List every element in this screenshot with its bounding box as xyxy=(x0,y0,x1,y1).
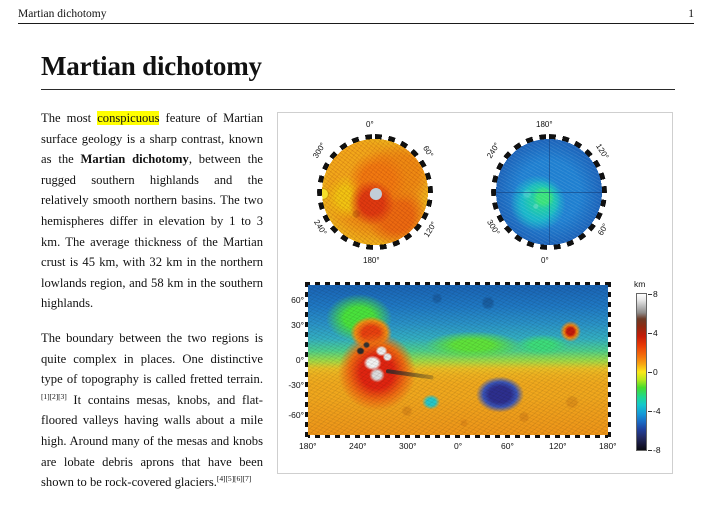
frame-edge-bottom xyxy=(305,435,611,438)
colorbar-unit-label: km xyxy=(634,279,646,289)
lon-tick-60: 60° xyxy=(501,441,514,451)
lon-tick-180-left: 180° xyxy=(299,441,317,451)
paragraph-2: The boundary between the two regions is … xyxy=(41,328,263,493)
colorbar-tick-0-mark xyxy=(648,372,652,373)
elevation-colorbar: km 8 4 0 -4 -8 xyxy=(630,279,674,467)
lon-tick-0: 0° xyxy=(454,441,463,451)
south-polar-map: 0° 60° 120° 180° 240° 300° xyxy=(300,117,450,267)
running-title: Martian dichotomy xyxy=(18,8,107,20)
colorbar-tick-minus4: -4 xyxy=(653,406,661,416)
north-label-bottom: 0° xyxy=(541,256,549,265)
header-row: Martian dichotomy 1 xyxy=(18,8,694,23)
colorbar-tick-minus8: -8 xyxy=(653,445,661,455)
colorbar-tick-minus4-mark xyxy=(648,411,652,412)
citation-ref-1[interactable]: [1][2][3] xyxy=(41,392,67,401)
lon-tick-120: 120° xyxy=(549,441,567,451)
page-number: 1 xyxy=(688,8,694,20)
polar-maps-row: 0° 60° 120° 180° 240° 300° 180° 120° 60°… xyxy=(278,117,672,269)
lon-tick-240: 240° xyxy=(349,441,367,451)
colorbar-tick-minus8-mark xyxy=(648,450,652,451)
lat-tick-30: 30° xyxy=(291,320,304,330)
paragraph-1: The most conspicuous feature of Martian … xyxy=(41,108,263,314)
south-label-bottom: 180° xyxy=(363,256,380,265)
north-polar-map: 180° 120° 60° 0° 300° 240° xyxy=(474,117,624,267)
citation-ref-2[interactable]: [4][5][6][7] xyxy=(217,474,251,483)
title-block: Martian dichotomy xyxy=(41,50,675,90)
page-header: Martian dichotomy 1 xyxy=(18,8,694,30)
north-polar-dashed-rim xyxy=(491,134,607,250)
colorbar-tick-8-mark xyxy=(648,294,652,295)
colorbar-tick-8: 8 xyxy=(653,289,658,299)
lat-tick-minus30: -30° xyxy=(288,380,304,390)
colorbar-tick-4: 4 xyxy=(653,328,658,338)
colorbar-gradient xyxy=(636,293,647,451)
colorbar-tick-0: 0 xyxy=(653,367,658,377)
header-rule xyxy=(18,23,694,24)
mola-elevation-raster xyxy=(308,285,608,435)
highlighted-term: conspicuous xyxy=(97,111,160,125)
lon-tick-300: 300° xyxy=(399,441,417,451)
lon-tick-180-right: 180° xyxy=(599,441,617,451)
south-polar-dashed-rim xyxy=(317,134,433,250)
p2-segment-1: The boundary between the two regions is … xyxy=(41,330,263,387)
north-label-top: 180° xyxy=(536,120,553,129)
bold-term: Martian dichotomy xyxy=(80,152,189,167)
frame-edge-right xyxy=(608,282,611,438)
page-title: Martian dichotomy xyxy=(41,51,262,81)
p1-segment-1: The most xyxy=(41,111,98,125)
p1-segment-3: , between the rugged southern highlands … xyxy=(41,152,263,311)
global-map-surface xyxy=(308,285,608,435)
topography-figure: 0° 60° 120° 180° 240° 300° 180° 120° 60°… xyxy=(277,112,673,474)
south-label-top: 0° xyxy=(366,120,374,129)
global-topography-map: 60° 30° 0° -30° -60° 180° 240° 300° 0° 6… xyxy=(278,275,674,471)
body-text-column: The most conspicuous feature of Martian … xyxy=(41,108,263,507)
lat-tick-0: 0° xyxy=(295,355,304,365)
lat-tick-minus60: -60° xyxy=(288,410,304,420)
title-rule xyxy=(41,89,675,90)
colorbar-tick-4-mark xyxy=(648,333,652,334)
lat-tick-60: 60° xyxy=(291,295,304,305)
